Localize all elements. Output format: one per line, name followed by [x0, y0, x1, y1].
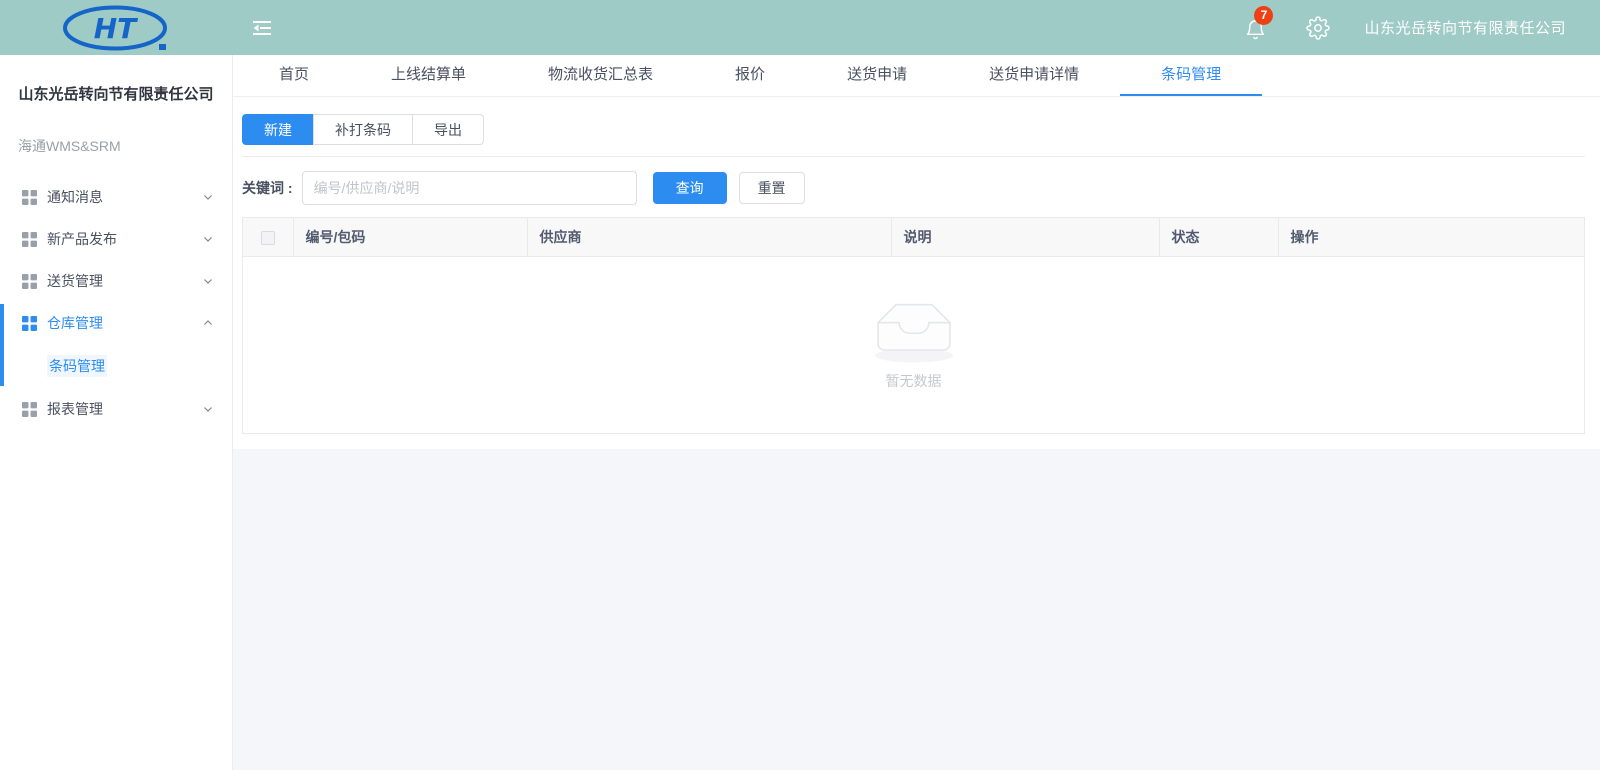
chevron-down-icon: [202, 403, 214, 415]
tab-delivery-request-details[interactable]: 送货申请详情: [948, 55, 1120, 96]
new-button[interactable]: 新建: [242, 114, 314, 145]
sidebar-item-delivery-management[interactable]: 送货管理: [0, 260, 232, 302]
column-header-supplier: 供应商: [527, 218, 891, 256]
tab-online-settlement[interactable]: 上线结算单: [350, 55, 507, 96]
sidebar-company-title: 山东光岳转向节有限责任公司: [6, 83, 226, 104]
column-header-status: 状态: [1159, 218, 1278, 256]
tab-home[interactable]: 首页: [238, 55, 350, 96]
chevron-down-icon: [202, 275, 214, 287]
notification-count-badge: 7: [1254, 6, 1273, 25]
sidebar-item-new-product-release[interactable]: 新产品发布: [0, 218, 232, 260]
page-background: [233, 449, 1600, 770]
settings-gear-button[interactable]: [1306, 16, 1330, 40]
menu-fold-icon[interactable]: [250, 15, 276, 41]
select-all-checkbox[interactable]: [261, 231, 275, 245]
tab-barcode-management[interactable]: 条码管理: [1120, 55, 1262, 96]
svg-text:HT: HT: [93, 12, 137, 45]
column-header-code: 编号/包码: [293, 218, 527, 256]
empty-state: 暂无数据: [243, 257, 1584, 433]
search-row: 关键词 : 查询 重置: [242, 171, 1585, 205]
keyword-label: 关键词 :: [242, 178, 293, 198]
haitong-logo-icon: HT: [58, 4, 176, 52]
reset-button[interactable]: 重置: [739, 172, 805, 204]
export-button[interactable]: 导出: [412, 114, 484, 145]
logo: HT: [0, 4, 233, 52]
keyword-input[interactable]: [302, 171, 637, 205]
header-company-name[interactable]: 山东光岳转向节有限责任公司: [1364, 17, 1566, 38]
grid-icon: [22, 274, 37, 289]
column-header-description: 说明: [891, 218, 1159, 256]
reprint-barcode-button[interactable]: 补打条码: [313, 114, 413, 145]
sidebar-menu: 通知消息 新产品发布 送货管理: [0, 176, 232, 430]
grid-icon: [22, 232, 37, 247]
table-header-row: 编号/包码 供应商 说明 状态 操作: [243, 218, 1584, 256]
query-button[interactable]: 查询: [653, 172, 727, 204]
sidebar-group-warehouse-management: 仓库管理 条码管理: [0, 302, 232, 388]
empty-box-icon: [864, 299, 964, 365]
tab-quotation[interactable]: 报价: [694, 55, 806, 96]
notification-bell-button[interactable]: 7: [1242, 15, 1268, 41]
gear-icon: [1306, 16, 1330, 40]
barcode-table: 编号/包码 供应商 说明 状态 操作: [242, 217, 1585, 434]
grid-icon: [22, 316, 37, 331]
tab-delivery-request[interactable]: 送货申请: [806, 55, 948, 96]
toolbar-button-group: 新建 补打条码 导出: [242, 114, 484, 145]
chevron-down-icon: [202, 233, 214, 245]
app-header: HT 7 山东光岳转向节有限责任公司: [0, 0, 1600, 55]
column-header-actions: 操作: [1278, 218, 1584, 256]
content-card: 新建 补打条码 导出 关键词 : 查询 重置: [233, 97, 1600, 449]
grid-icon: [22, 402, 37, 417]
sidebar-item-notifications[interactable]: 通知消息: [0, 176, 232, 218]
tab-logistics-receipt-summary[interactable]: 物流收货汇总表: [507, 55, 694, 96]
sidebar-item-warehouse-management[interactable]: 仓库管理: [0, 302, 232, 344]
sidebar-subitem-barcode-management[interactable]: 条码管理: [0, 344, 232, 388]
chevron-down-icon: [202, 191, 214, 203]
system-name: 海通WMS&SRM: [18, 136, 232, 156]
tab-bar: 首页 上线结算单 物流收货汇总表 报价 送货申请 送货申请详情 条码管理: [233, 55, 1600, 97]
sidebar: 山东光岳转向节有限责任公司 海通WMS&SRM 通知消息 新产品发布: [0, 55, 233, 770]
chevron-up-icon: [202, 317, 214, 329]
toolbar-divider: [242, 156, 1585, 157]
grid-icon: [22, 190, 37, 205]
empty-text: 暂无数据: [886, 371, 942, 391]
sidebar-item-report-management[interactable]: 报表管理: [0, 388, 232, 430]
